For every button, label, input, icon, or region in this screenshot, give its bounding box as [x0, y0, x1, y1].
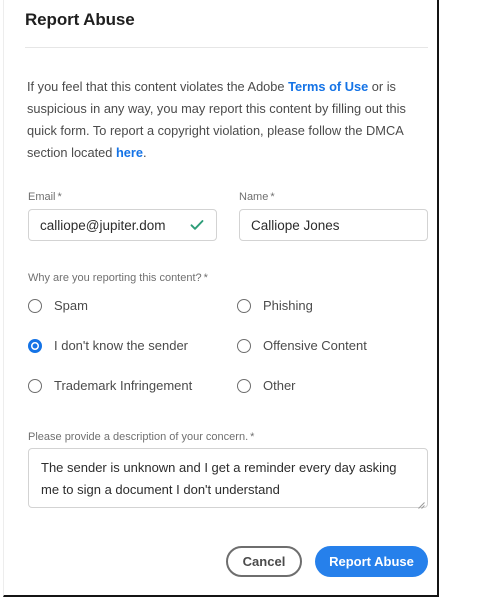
title-divider — [25, 47, 428, 48]
radio-label-trademark-infringement: Trademark Infringement — [54, 378, 193, 393]
radio-option-phishing[interactable]: Phishing — [237, 298, 313, 313]
radio-label-other: Other — [263, 378, 296, 393]
radio-circle-selected-icon[interactable] — [28, 338, 42, 353]
radio-circle-icon[interactable] — [237, 338, 251, 353]
description-textarea[interactable]: The sender is unknown and I get a remind… — [29, 449, 427, 501]
email-label-text: Email — [28, 191, 56, 203]
radio-circle-icon[interactable] — [28, 378, 42, 393]
radio-option-unknown-sender[interactable]: I don't know the sender — [28, 338, 188, 353]
radio-label-spam: Spam — [54, 298, 88, 313]
radio-option-offensive-content[interactable]: Offensive Content — [237, 338, 367, 353]
dialog-body: Report Abuse If you feel that this conte… — [4, 0, 437, 595]
name-field[interactable]: Calliope Jones — [239, 209, 428, 241]
radio-circle-icon[interactable] — [237, 378, 251, 393]
cancel-button[interactable]: Cancel — [226, 546, 302, 577]
intro-text-part1: If you feel that this content violates t… — [27, 79, 289, 94]
email-required-star: * — [57, 191, 62, 203]
radio-label-phishing: Phishing — [263, 298, 313, 313]
description-field[interactable]: The sender is unknown and I get a remind… — [28, 448, 428, 509]
check-icon — [187, 218, 207, 232]
radio-option-other[interactable]: Other — [237, 378, 296, 393]
radio-option-trademark-infringement[interactable]: Trademark Infringement — [28, 378, 192, 393]
email-field[interactable]: calliope@jupiter.dom — [28, 209, 217, 241]
reason-required-star: * — [203, 272, 208, 284]
terms-of-use-link[interactable]: Terms of Use — [288, 79, 368, 94]
radio-option-spam[interactable]: Spam — [28, 298, 88, 313]
report-abuse-button[interactable]: Report Abuse — [315, 546, 428, 577]
name-required-star: * — [270, 191, 275, 203]
name-input[interactable]: Calliope Jones — [240, 218, 427, 233]
description-label: Please provide a description of your con… — [28, 431, 254, 443]
page-title: Report Abuse — [25, 10, 135, 29]
description-required-star: * — [250, 431, 255, 443]
email-label: Email * — [28, 191, 62, 203]
dmca-here-link[interactable]: here — [116, 145, 143, 160]
name-label-text: Name — [239, 191, 269, 203]
description-label-text: Please provide a description of your con… — [28, 431, 249, 443]
reason-group-label: Why are you reporting this content? * — [28, 272, 208, 284]
name-label: Name * — [239, 191, 275, 203]
intro-text-part3: . — [142, 145, 147, 160]
radio-label-offensive-content: Offensive Content — [263, 338, 367, 353]
radio-circle-icon[interactable] — [237, 298, 251, 313]
radio-circle-icon[interactable] — [28, 298, 42, 313]
radio-label-unknown-sender: I don't know the sender — [54, 338, 189, 353]
reason-group-label-text: Why are you reporting this content? — [28, 272, 202, 284]
report-abuse-dialog: Report Abuse If you feel that this conte… — [3, 0, 439, 597]
email-input[interactable]: calliope@jupiter.dom — [29, 218, 187, 233]
intro-paragraph: If you feel that this content violates t… — [27, 76, 431, 164]
resize-grip-icon[interactable] — [416, 496, 425, 509]
